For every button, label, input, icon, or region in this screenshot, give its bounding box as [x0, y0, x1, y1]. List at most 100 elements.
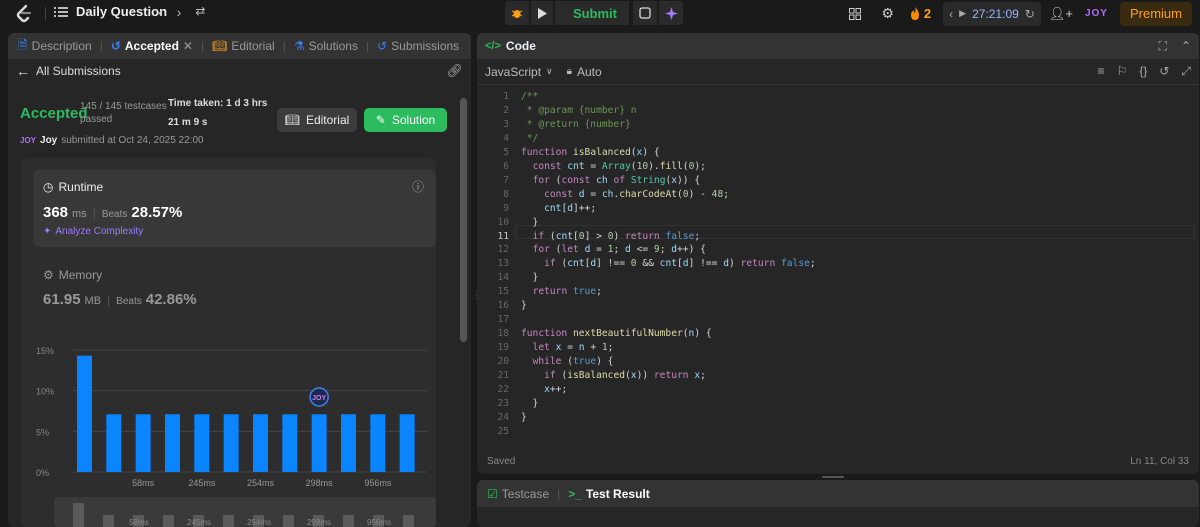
language-select[interactable]: JavaScript ∨: [485, 65, 553, 79]
runtime-label: Runtime: [58, 180, 104, 194]
x-tick-label: 58ms: [132, 478, 155, 488]
collapse-panel-icon[interactable]: ⌃: [1181, 39, 1191, 54]
add-friend-icon[interactable]: 👤︎+: [1049, 6, 1073, 22]
notes-button[interactable]: [633, 1, 657, 25]
timer-play-icon[interactable]: ▶: [959, 8, 966, 19]
line-number: 12: [497, 244, 509, 256]
solution-button[interactable]: ✎ Solution: [364, 108, 447, 132]
chart-bar[interactable]: [253, 414, 268, 472]
code-line: const d = ch.charCodeAt(0) - 48;: [544, 188, 730, 200]
runtime-card[interactable]: ◷ Runtime ⓘ 368 ms | Beats 28.57% ✦ Anal…: [33, 170, 436, 247]
chart-bar[interactable]: [341, 414, 356, 472]
code-line: for (const ch of String(x)) {: [532, 174, 701, 186]
settings-gear-icon[interactable]: ⚙: [881, 5, 894, 22]
daily-question-button[interactable]: Daily Question: [54, 4, 167, 19]
autocomplete-mode[interactable]: 🔒︎ Auto: [567, 65, 602, 79]
chart-bar[interactable]: [194, 414, 210, 472]
chart-bar[interactable]: [77, 355, 92, 472]
code-line: }: [521, 300, 527, 312]
flask-icon: ⚗︎: [293, 39, 305, 53]
runtime-value: 368: [43, 204, 69, 221]
run-button[interactable]: [531, 1, 553, 25]
tab-editorial[interactable]: 📖︎ Editorial: [212, 39, 275, 53]
fullscreen-icon[interactable]: ⛶: [1159, 39, 1167, 54]
timer-value: 27:21:09: [972, 6, 1019, 21]
ai-assist-button[interactable]: [659, 1, 683, 25]
chart-bar[interactable]: [282, 414, 298, 472]
tab-accepted[interactable]: ↺ Accepted ✕: [111, 39, 193, 53]
next-problem-icon[interactable]: ›: [177, 4, 182, 20]
all-submissions-link[interactable]: ← All Submissions: [16, 63, 121, 79]
shuffle-icon[interactable]: ⇄: [195, 4, 205, 20]
memory-header[interactable]: ⚙︎ Memory: [43, 268, 102, 282]
vertical-resize-handle[interactable]: ⋮: [472, 290, 482, 306]
tab-accepted-label: Accepted: [124, 39, 179, 53]
format-icon[interactable]: ≡: [1098, 64, 1105, 79]
prev-problem-icon[interactable]: ‹: [158, 4, 163, 20]
avatar[interactable]: JOY: [1085, 8, 1108, 19]
chart-bar[interactable]: [311, 414, 327, 472]
line-number: 2: [503, 104, 509, 116]
maximize-icon[interactable]: ⤢: [1181, 64, 1191, 79]
line-number: 18: [497, 328, 509, 340]
streak-count: 2: [923, 6, 932, 21]
streak-counter[interactable]: 2: [910, 6, 931, 21]
tab-solutions[interactable]: ⚗︎ Solutions: [294, 39, 358, 53]
editorial-button[interactable]: 📖︎ Editorial: [277, 108, 357, 132]
line-number: 6: [503, 160, 509, 172]
panel-resize-handle[interactable]: [822, 476, 844, 478]
tab-testcase[interactable]: ☑ Testcase: [487, 487, 549, 501]
chart-bar[interactable]: [399, 414, 415, 472]
top-bar: Daily Question ‹ › ⇄ Submit ⚙ 2 ‹ ▶ 27:2…: [0, 0, 1200, 27]
all-submissions-bar: ← All Submissions 🔗︎: [8, 59, 471, 83]
code-line: cnt[d]++;: [544, 202, 597, 214]
chart-bar[interactable]: [370, 414, 386, 472]
line-number: 21: [497, 370, 509, 381]
problem-nav: ‹ › ⇄: [158, 4, 205, 20]
y-tick-label: 15%: [36, 346, 54, 356]
bug-icon: [511, 10, 523, 18]
history-icon: ↺: [377, 39, 388, 53]
link-icon[interactable]: 🔗︎: [446, 63, 463, 79]
analyze-complexity-link[interactable]: ✦ Analyze Complexity: [43, 226, 143, 237]
leetcode-logo-icon[interactable]: [14, 4, 34, 24]
info-icon[interactable]: ⓘ: [412, 178, 424, 195]
memory-beats-value: 42.86%: [145, 291, 197, 308]
fire-icon: [910, 7, 919, 20]
tab-test-result[interactable]: >_ Test Result: [568, 487, 649, 501]
user-avatar[interactable]: JOY: [20, 136, 36, 145]
x-tick-label: 298ms: [306, 478, 334, 488]
tab-submissions[interactable]: ↺ Submissions: [377, 39, 459, 53]
code-line: */: [521, 132, 539, 144]
line-number: 5: [503, 146, 509, 158]
debug-button[interactable]: [505, 1, 529, 25]
submit-button[interactable]: Submit: [555, 1, 629, 25]
tab-description[interactable]: 🗎︎ Description: [18, 36, 92, 57]
book-icon: 📖︎: [284, 113, 300, 127]
code-editor[interactable]: 1 /** 2 * @param {number} n 3 * @return {nu…: [477, 85, 1199, 445]
chart-bar[interactable]: [223, 414, 239, 472]
clock-icon: ◷: [43, 180, 54, 194]
premium-button[interactable]: Premium: [1119, 1, 1192, 26]
marker-label: JOY: [312, 395, 326, 402]
close-tab-icon[interactable]: ✕: [183, 39, 193, 53]
chart-bar[interactable]: [165, 414, 180, 472]
bookmark-icon[interactable]: ⚐: [1117, 64, 1128, 79]
chart-bar[interactable]: [106, 414, 122, 472]
reset-timer-icon[interactable]: ↻: [1025, 7, 1035, 21]
mini-chart-bar: [163, 515, 174, 527]
username[interactable]: Joy: [40, 135, 57, 146]
timer[interactable]: ‹ ▶ 27:21:09 ↻: [943, 1, 1041, 26]
layout-grid-icon[interactable]: [849, 7, 862, 20]
description-icon: 🗎︎: [18, 37, 28, 52]
line-number: 17: [497, 314, 509, 326]
braces-icon[interactable]: {}: [1139, 64, 1147, 79]
reset-code-icon[interactable]: ↺: [1159, 64, 1169, 79]
mini-chart-bar: [73, 503, 84, 527]
code-line: }: [521, 272, 539, 284]
tab-divider: |: [557, 486, 561, 501]
collapse-timer-icon[interactable]: ‹: [949, 7, 953, 21]
memory-chip-icon: ⚙︎: [43, 268, 54, 282]
scrollbar-thumb[interactable]: [460, 98, 467, 342]
chart-bar[interactable]: [135, 414, 151, 472]
